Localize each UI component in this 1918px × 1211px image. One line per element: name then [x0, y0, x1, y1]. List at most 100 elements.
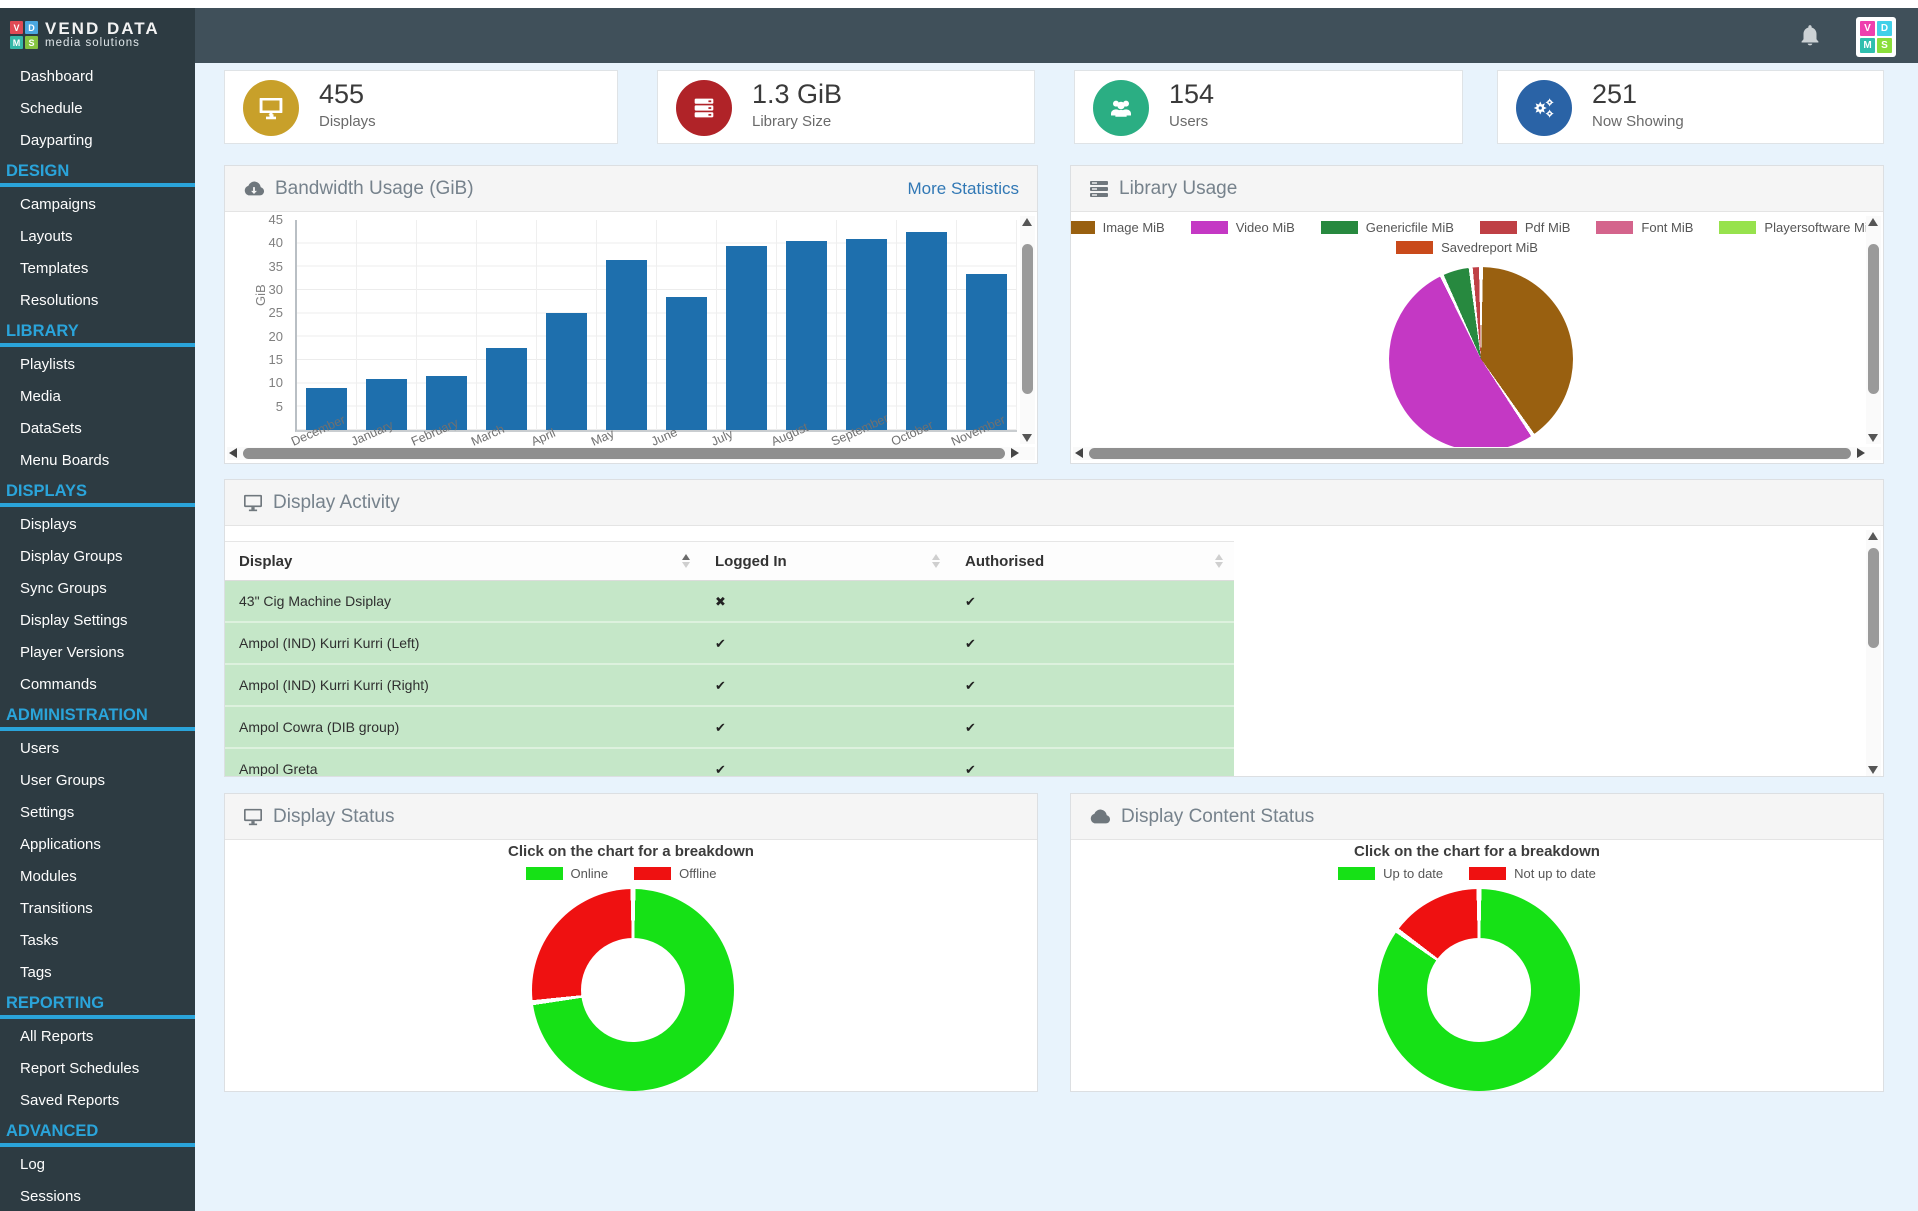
sidebar-item-transitions[interactable]: Transitions — [0, 893, 195, 924]
sidebar-item-user-groups[interactable]: User Groups — [0, 765, 195, 796]
bar-june — [666, 297, 707, 430]
scroll-right-icon[interactable] — [1011, 448, 1019, 458]
vertical-scrollbar[interactable] — [1020, 216, 1035, 444]
sidebar-item-menu-boards[interactable]: Menu Boards — [0, 445, 195, 476]
check-icon: ✔ — [965, 678, 976, 693]
sidebar-item-report-schedules[interactable]: Report Schedules — [0, 1053, 195, 1084]
y-axis-tick: 15 — [269, 352, 283, 367]
y-axis-label: GiB — [253, 284, 268, 306]
sort-icon[interactable] — [932, 554, 941, 568]
scrollbar-thumb[interactable] — [243, 448, 1005, 459]
sidebar-item-playlists[interactable]: Playlists — [0, 349, 195, 380]
y-axis-tick: 25 — [269, 305, 283, 320]
sidebar-item-resolutions[interactable]: Resolutions — [0, 285, 195, 316]
legend-label: Not up to date — [1514, 866, 1596, 881]
bar-slot-april: April — [537, 220, 597, 430]
sidebar-section-advanced: ADVANCED — [0, 1117, 195, 1143]
donut-hole — [581, 938, 685, 1042]
legend-swatch — [1321, 221, 1358, 234]
x-axis-label: July — [709, 427, 735, 449]
panel-header: Display Content Status — [1071, 794, 1883, 840]
sidebar-item-display-settings[interactable]: Display Settings — [0, 605, 195, 636]
chart-note: Click on the chart for a breakdown — [1071, 843, 1883, 860]
sidebar-item-all-reports[interactable]: All Reports — [0, 1021, 195, 1052]
sidebar-item-player-versions[interactable]: Player Versions — [0, 637, 195, 668]
cell-authorised: ✔ — [951, 677, 1234, 694]
sidebar-item-modules[interactable]: Modules — [0, 861, 195, 892]
sidebar-item-displays[interactable]: Displays — [0, 509, 195, 540]
sidebar-item-saved-reports[interactable]: Saved Reports — [0, 1085, 195, 1116]
stat-value: 154 — [1169, 79, 1214, 110]
scrollbar-thumb[interactable] — [1868, 548, 1879, 648]
table-row: Ampol (IND) Kurri Kurri (Left)✔✔ — [225, 623, 1234, 665]
vertical-scrollbar[interactable] — [1866, 530, 1881, 776]
scrollbar-thumb[interactable] — [1868, 244, 1879, 394]
sidebar-item-sessions[interactable]: Sessions — [0, 1181, 195, 1211]
cross-icon: ✖ — [715, 594, 726, 609]
gears-icon — [1516, 80, 1572, 136]
scroll-left-icon[interactable] — [229, 448, 237, 458]
sidebar-item-settings[interactable]: Settings — [0, 797, 195, 828]
sidebar-item-applications[interactable]: Applications — [0, 829, 195, 860]
logo-tile-s: S — [25, 36, 38, 49]
scroll-up-icon[interactable] — [1868, 218, 1878, 226]
display-content-status-donut-chart[interactable] — [1378, 889, 1580, 1091]
legend-item-font-mib: Font MiB — [1596, 220, 1693, 235]
legend-swatch — [1338, 867, 1375, 880]
column-header-authorised[interactable]: Authorised — [951, 553, 1234, 570]
sidebar-item-tags[interactable]: Tags — [0, 957, 195, 988]
sidebar-item-users[interactable]: Users — [0, 733, 195, 764]
horizontal-scrollbar[interactable] — [1073, 447, 1881, 460]
scrollbar-thumb[interactable] — [1089, 448, 1851, 459]
scroll-down-icon[interactable] — [1868, 434, 1878, 442]
account-logo[interactable]: VDMS — [1856, 17, 1896, 57]
more-statistics-link[interactable]: More Statistics — [908, 179, 1019, 199]
sort-icon[interactable] — [682, 554, 691, 568]
sidebar-item-tasks[interactable]: Tasks — [0, 925, 195, 956]
sidebar-item-datasets[interactable]: DataSets — [0, 413, 195, 444]
scroll-up-icon[interactable] — [1022, 218, 1032, 226]
brand-logo[interactable]: VDMS VEND DATA media solutions — [0, 8, 195, 60]
y-axis-tick: 30 — [269, 282, 283, 297]
stat-value: 1.3 GiB — [752, 79, 842, 110]
bar-slot-march: March — [477, 220, 537, 430]
bar-april — [546, 313, 587, 430]
sidebar-item-schedule[interactable]: Schedule — [0, 93, 195, 124]
scroll-down-icon[interactable] — [1022, 434, 1032, 442]
y-axis-tick: 10 — [269, 375, 283, 390]
sidebar-item-dayparting[interactable]: Dayparting — [0, 125, 195, 156]
scroll-up-icon[interactable] — [1868, 532, 1878, 540]
scroll-down-icon[interactable] — [1868, 766, 1878, 774]
sidebar-item-campaigns[interactable]: Campaigns — [0, 189, 195, 220]
sidebar-item-sync-groups[interactable]: Sync Groups — [0, 573, 195, 604]
logo-tile-m: M — [1860, 38, 1875, 53]
display-status-donut-chart[interactable] — [532, 889, 734, 1091]
stat-card-displays: 455 Displays — [224, 70, 618, 144]
users-icon — [1093, 80, 1149, 136]
vertical-scrollbar[interactable] — [1866, 216, 1881, 444]
display-content-status-panel: Display Content Status Click on the char… — [1070, 793, 1884, 1092]
bandwidth-bar-chart: DecemberJanuaryFebruaryMarchAprilMayJune… — [295, 220, 1017, 432]
legend-item-not-up-to-date: Not up to date — [1469, 866, 1596, 881]
sidebar-item-commands[interactable]: Commands — [0, 669, 195, 700]
list-icon — [1089, 180, 1109, 198]
sidebar-item-log[interactable]: Log — [0, 1149, 195, 1180]
sidebar-item-media[interactable]: Media — [0, 381, 195, 412]
column-header-display[interactable]: Display — [225, 553, 701, 570]
library-usage-pie-chart[interactable] — [1389, 267, 1573, 451]
notifications-bell-icon[interactable] — [1797, 23, 1823, 49]
horizontal-scrollbar[interactable] — [227, 447, 1035, 460]
sidebar-item-dashboard[interactable]: Dashboard — [0, 61, 195, 92]
column-header-logged-in[interactable]: Logged In — [701, 553, 951, 570]
sidebar-item-layouts[interactable]: Layouts — [0, 221, 195, 252]
sidebar-section-administration: ADMINISTRATION — [0, 701, 195, 727]
cell-logged-in: ✔ — [701, 719, 951, 736]
sort-icon[interactable] — [1215, 554, 1224, 568]
sidebar-item-display-groups[interactable]: Display Groups — [0, 541, 195, 572]
sidebar-item-templates[interactable]: Templates — [0, 253, 195, 284]
bar-october — [906, 232, 947, 430]
scrollbar-thumb[interactable] — [1022, 244, 1033, 394]
legend-swatch — [1070, 221, 1095, 234]
scroll-right-icon[interactable] — [1857, 448, 1865, 458]
scroll-left-icon[interactable] — [1075, 448, 1083, 458]
